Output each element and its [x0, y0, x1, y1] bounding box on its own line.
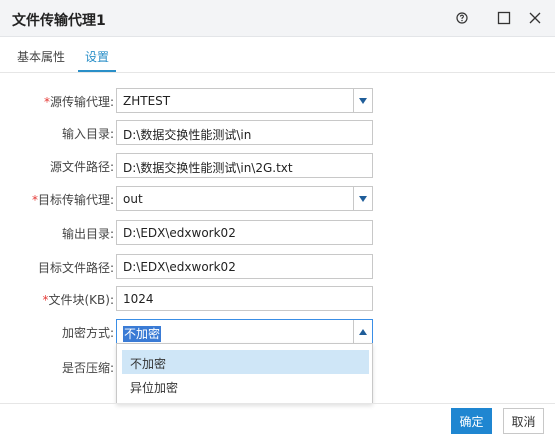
form-row-block-size: *文件块(KB): 1024	[0, 286, 555, 311]
triangle-down-icon	[359, 195, 367, 202]
form-row-encryption: 加密方式: 不加密	[0, 319, 555, 344]
target-agent-select[interactable]: out	[116, 186, 373, 211]
tab-bar: 基本属性 设置	[0, 37, 555, 73]
tab-settings[interactable]: 设置	[85, 48, 109, 65]
compress-label: 是否压缩:	[61, 361, 114, 375]
target-file-path-field[interactable]: D:\EDX\edxwork02	[116, 254, 373, 279]
help-icon[interactable]	[450, 6, 474, 30]
dropdown-option-no-encryption[interactable]: 不加密	[122, 350, 369, 374]
cancel-button[interactable]: 取消	[503, 408, 544, 434]
encryption-selected-value: 不加密	[123, 326, 162, 342]
source-file-path-label: 源文件路径:	[49, 160, 114, 174]
title-bar: 文件传输代理1	[0, 0, 555, 37]
active-tab-indicator	[78, 70, 116, 72]
input-dir-label: 输入目录:	[61, 127, 114, 141]
block-size-label: *文件块(KB):	[42, 293, 114, 307]
form-row-source-file-path: 源文件路径: D:\数据交换性能测试\in\2G.txt	[0, 153, 555, 178]
form-row-target-file-path: 目标文件路径: D:\EDX\edxwork02	[0, 254, 555, 279]
block-size-field[interactable]: 1024	[116, 286, 373, 311]
encryption-label: 加密方式:	[61, 326, 114, 340]
encryption-select[interactable]: 不加密	[116, 319, 373, 344]
tab-basic-properties[interactable]: 基本属性	[17, 48, 65, 65]
dropdown-option-shift-encryption[interactable]: 异位加密	[122, 374, 369, 398]
source-agent-label: *源传输代理:	[43, 95, 114, 109]
form-row-input-dir: 输入目录: D:\数据交换性能测试\in	[0, 120, 555, 145]
encryption-dropdown-button[interactable]	[353, 320, 372, 343]
form-row-output-dir: 输出目录: D:\EDX\edxwork02	[0, 220, 555, 245]
triangle-down-icon	[359, 97, 367, 104]
encryption-dropdown-list: 不加密 异位加密	[116, 343, 373, 404]
confirm-button[interactable]: 确定	[451, 408, 492, 434]
form-row-source-agent: *源传输代理: ZHTEST	[0, 88, 555, 113]
triangle-up-icon	[359, 328, 367, 335]
source-file-path-field[interactable]: D:\数据交换性能测试\in\2G.txt	[116, 153, 373, 178]
close-icon[interactable]	[523, 6, 547, 30]
window-title: 文件传输代理1	[12, 13, 106, 29]
source-agent-select[interactable]: ZHTEST	[116, 88, 373, 113]
footer-divider	[0, 403, 555, 404]
target-file-path-label: 目标文件路径:	[37, 261, 114, 275]
input-dir-field[interactable]: D:\数据交换性能测试\in	[116, 120, 373, 145]
target-agent-dropdown-button[interactable]	[353, 187, 372, 210]
source-agent-dropdown-button[interactable]	[353, 89, 372, 112]
form-row-target-agent: *目标传输代理: out	[0, 186, 555, 211]
output-dir-label: 输出目录:	[61, 227, 114, 241]
maximize-icon[interactable]	[492, 6, 516, 30]
target-agent-label: *目标传输代理:	[31, 193, 114, 207]
output-dir-field[interactable]: D:\EDX\edxwork02	[116, 220, 373, 245]
